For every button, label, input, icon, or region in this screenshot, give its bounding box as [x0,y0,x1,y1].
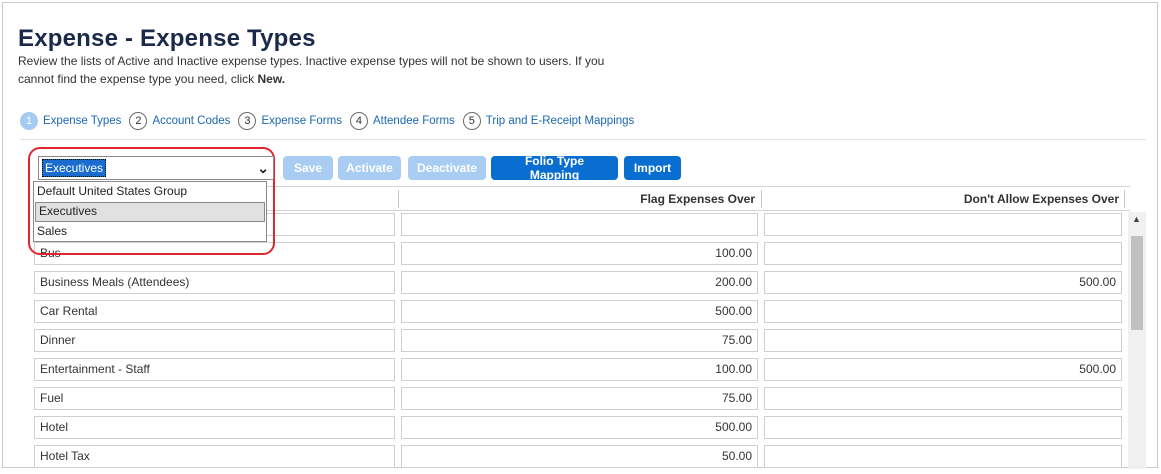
table-row: Car Rental 500.00 [33,300,1130,329]
expense-type-name-field[interactable]: Business Meals (Attendees) [34,271,395,294]
activate-button[interactable]: Activate [338,156,401,180]
flag-expenses-over-field[interactable]: 200.00 [401,271,758,294]
dont-allow-expenses-over-field[interactable] [764,242,1122,265]
expense-type-name-field[interactable]: Entertainment - Staff [34,358,395,381]
dont-allow-expenses-over-field[interactable] [764,300,1122,323]
expense-type-name-field[interactable]: Car Rental [34,300,395,323]
group-select[interactable]: Executives ⌄ [38,156,274,180]
group-select-value: Executives [42,159,107,177]
vertical-scrollbar[interactable]: ▲ [1128,212,1146,469]
dont-allow-expenses-over-field[interactable]: 500.00 [764,271,1122,294]
wizard-steps: 1 Expense Types 2 Account Codes 3 Expens… [20,111,642,131]
step-label: Attendee Forms [372,115,455,127]
scrollbar-thumb[interactable] [1131,236,1143,330]
flag-expenses-over-field[interactable]: 75.00 [401,329,758,352]
dont-allow-expenses-over-field[interactable] [764,387,1122,410]
flag-expenses-over-field[interactable]: 500.00 [401,300,758,323]
new-keyword: New. [257,72,286,86]
step-number: 2 [129,112,148,130]
table-row: Hotel 500.00 [33,416,1130,445]
step-label: Trip and E-Receipt Mappings [485,115,635,127]
expense-type-name-field[interactable]: Fuel [34,387,395,410]
table-row: Hotel Tax 50.00 [33,445,1130,474]
expense-type-name-field[interactable]: Hotel [34,416,395,439]
scroll-up-arrow-icon[interactable]: ▲ [1132,214,1141,224]
dropdown-option-sales[interactable]: Sales [34,222,266,242]
expense-type-name-field[interactable]: Bus [34,242,395,265]
flag-expenses-over-field[interactable]: 100.00 [401,358,758,381]
import-button[interactable]: Import [624,156,681,180]
flag-expenses-over-field[interactable]: 50.00 [401,445,758,468]
chevron-down-icon[interactable]: ⌄ [257,160,269,177]
table-row: Dinner 75.00 [33,329,1130,358]
description-text: cannot find the expense type you need, c… [18,72,258,86]
step-expense-forms[interactable]: 3 Expense Forms [238,112,342,130]
dont-allow-expenses-over-field[interactable] [764,416,1122,439]
dont-allow-expenses-over-field[interactable] [764,213,1122,236]
column-header-dont-allow-over[interactable]: Don't Allow Expenses Over [766,187,1119,211]
column-divider [1124,190,1125,208]
folio-type-mapping-button[interactable]: Folio Type Mapping [491,154,618,182]
step-attendee-forms[interactable]: 4 Attendee Forms [349,112,455,130]
table-row: Entertainment - Staff 100.00 500.00 [33,358,1130,387]
deactivate-button[interactable]: Deactivate [408,156,486,180]
dropdown-option-executives[interactable]: Executives [35,202,265,222]
expense-type-name-field[interactable]: Hotel Tax [34,445,395,468]
dropdown-option-default-us-group[interactable]: Default United States Group [34,182,266,202]
step-account-codes[interactable]: 2 Account Codes [129,112,230,130]
step-trip-ereceipt-mappings[interactable]: 5 Trip and E-Receipt Mappings [462,112,635,130]
table-row: Business Meals (Attendees) 200.00 500.00 [33,271,1130,300]
dont-allow-expenses-over-field[interactable]: 500.00 [764,358,1122,381]
step-label: Expense Types [43,115,122,127]
divider [20,139,1146,140]
flag-expenses-over-field[interactable]: 500.00 [401,416,758,439]
column-header-flag-over[interactable]: Flag Expenses Over [403,187,755,211]
step-expense-types[interactable]: 1 Expense Types [20,112,121,130]
table-row: Bus 100.00 [33,242,1130,271]
flag-expenses-over-field[interactable]: 100.00 [401,242,758,265]
flag-expenses-over-field[interactable] [401,213,758,236]
step-number: 5 [462,112,481,130]
save-button[interactable]: Save [283,156,333,180]
page-title: Expense - Expense Types [18,25,316,52]
column-divider [398,190,399,208]
description-line-2: cannot find the expense type you need, c… [18,70,718,88]
dont-allow-expenses-over-field[interactable] [764,445,1122,468]
group-dropdown-list: Default United States Group Executives S… [33,181,267,242]
step-label: Expense Forms [261,115,342,127]
step-number: 4 [349,112,368,130]
step-number: 3 [238,112,257,130]
flag-expenses-over-field[interactable]: 75.00 [401,387,758,410]
dont-allow-expenses-over-field[interactable] [764,329,1122,352]
description-line-1: Review the lists of Active and Inactive … [18,54,605,68]
step-number: 1 [20,112,38,130]
step-label: Account Codes [152,115,231,127]
expense-type-name-field[interactable]: Dinner [34,329,395,352]
column-divider [761,190,762,208]
page-description: Review the lists of Active and Inactive … [18,52,718,88]
table-row: Fuel 75.00 [33,387,1130,416]
